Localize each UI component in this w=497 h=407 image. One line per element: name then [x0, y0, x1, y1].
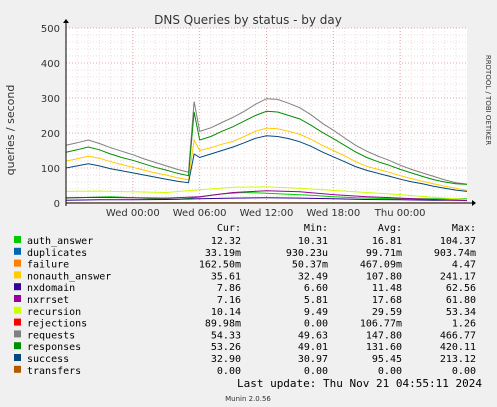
legend-swatch-failure [14, 259, 21, 267]
legend-value-avg: 17.68 [372, 295, 402, 306]
legend-value-cur: 89.98m [205, 319, 241, 330]
legend-value-cur: 35.61 [211, 271, 241, 282]
legend-header: Cur: [217, 223, 241, 234]
legend-swatch-auth-answer [14, 236, 21, 243]
dns-queries-chart: DNS Queries by status - by day queries /… [0, 0, 497, 407]
legend-swatch-rejections [14, 318, 21, 326]
y-tick-label: 300 [41, 94, 60, 105]
legend-value-min: 930.23u [286, 248, 328, 259]
legend-value-cur: 12.32 [211, 236, 241, 247]
legend-header: Max: [452, 223, 476, 234]
legend-value-max: 213.12 [440, 354, 476, 365]
y-tick-label: 0 [54, 199, 60, 210]
legend-value-min: 0.00 [304, 366, 328, 377]
legend-value-min: 30.97 [298, 354, 328, 365]
legend-value-cur: 7.16 [217, 295, 241, 306]
legend-value-max: 466.77 [440, 330, 476, 341]
x-tick-label: Wed 18:00 [306, 208, 360, 219]
legend-value-avg: 107.80 [366, 271, 402, 282]
legend-name: nonauth_answer [27, 271, 111, 282]
legend-value-max: 1.26 [452, 319, 476, 330]
legend-value-cur: 54.33 [211, 330, 241, 341]
x-tick-label: Wed 12:00 [240, 208, 294, 219]
y-tick-label: 100 [41, 164, 60, 175]
x-tick-label: Wed 00:00 [106, 208, 160, 219]
legend-value-max: 53.34 [446, 307, 476, 318]
legend-name: rejections [27, 319, 87, 330]
legend-value-cur: 32.90 [211, 354, 241, 365]
legend-value-cur: 162.50m [199, 260, 241, 271]
legend-value-min: 32.49 [298, 271, 328, 282]
x-tick-label: Thu 00:00 [374, 208, 426, 219]
legend-swatch-recursion [14, 306, 21, 314]
legend-value-min: 49.63 [298, 330, 328, 341]
legend-swatch-nxdomain [14, 283, 21, 291]
legend-value-cur: 10.14 [211, 307, 241, 318]
legend-value-min: 6.60 [304, 283, 328, 294]
legend-name: failure [27, 260, 69, 271]
y-tick-label: 200 [41, 129, 60, 140]
y-tick-label: 500 [41, 24, 60, 35]
legend-value-avg: 16.81 [372, 236, 402, 247]
legend-value-avg: 11.48 [372, 283, 402, 294]
legend-value-cur: 53.26 [211, 342, 241, 353]
legend-value-min: 49.01 [298, 342, 328, 353]
legend-name: nxdomain [27, 283, 75, 294]
legend-value-max: 62.56 [446, 283, 476, 294]
munin-version: Munin 2.0.56 [225, 395, 271, 403]
legend-swatch-duplicates [14, 247, 21, 255]
legend-value-avg: 0.00 [378, 366, 402, 377]
legend-header: Min: [304, 223, 328, 234]
legend-value-min: 50.37m [292, 260, 328, 271]
legend-value-max: 61.80 [446, 295, 476, 306]
legend-swatch-nonauth-answer [14, 271, 21, 279]
legend-name: auth_answer [27, 236, 93, 247]
legend-value-avg: 99.71m [366, 248, 402, 259]
legend-value-cur: 7.86 [217, 283, 241, 294]
legend-name: duplicates [27, 248, 87, 259]
legend-value-min: 5.81 [304, 295, 328, 306]
legend-value-min: 0.00 [304, 319, 328, 330]
chart-title: DNS Queries by status - by day [154, 13, 342, 27]
legend-value-max: 241.17 [440, 271, 476, 282]
legend-name: requests [27, 330, 75, 341]
legend-swatch-transfers [14, 365, 21, 373]
legend-value-max: 420.11 [440, 342, 476, 353]
legend-value-avg: 467.09m [360, 260, 402, 271]
legend-value-min: 9.49 [304, 307, 328, 318]
legend-swatch-success [14, 354, 21, 361]
legend-value-avg: 131.60 [366, 342, 402, 353]
legend-name: recursion [27, 307, 81, 318]
legend-value-max: 903.74m [434, 248, 476, 259]
legend-value-avg: 106.77m [360, 319, 402, 330]
rrdtool-watermark: RRDTOOL / TOBI OETIKER [484, 55, 492, 145]
legend-swatch-responses [14, 342, 21, 350]
x-tick-label: Wed 06:00 [173, 208, 227, 219]
y-tick-label: 400 [41, 59, 60, 70]
munin-graph: DNS Queries by status - by day queries /… [0, 0, 497, 407]
legend-value-max: 4.47 [452, 260, 476, 271]
legend-header: Avg: [378, 223, 402, 234]
y-axis-label: queries / second [4, 85, 17, 176]
legend-name: nxrrset [27, 295, 69, 306]
legend-name: success [27, 354, 69, 365]
legend-swatch-nxrrset [14, 295, 21, 302]
legend-name: transfers [27, 366, 81, 377]
legend-value-cur: 0.00 [217, 366, 241, 377]
legend-value-min: 10.31 [298, 236, 328, 247]
legend-value-avg: 29.59 [372, 307, 402, 318]
last-update: Last update: Thu Nov 21 04:55:11 2024 [237, 377, 482, 390]
legend-value-avg: 147.80 [366, 330, 402, 341]
legend-value-avg: 95.45 [372, 354, 402, 365]
legend-value-max: 104.37 [440, 236, 476, 247]
legend-swatch-requests [14, 330, 21, 338]
legend-value-max: 0.00 [452, 366, 476, 377]
legend-name: responses [27, 342, 81, 353]
legend-value-cur: 33.19m [205, 248, 241, 259]
